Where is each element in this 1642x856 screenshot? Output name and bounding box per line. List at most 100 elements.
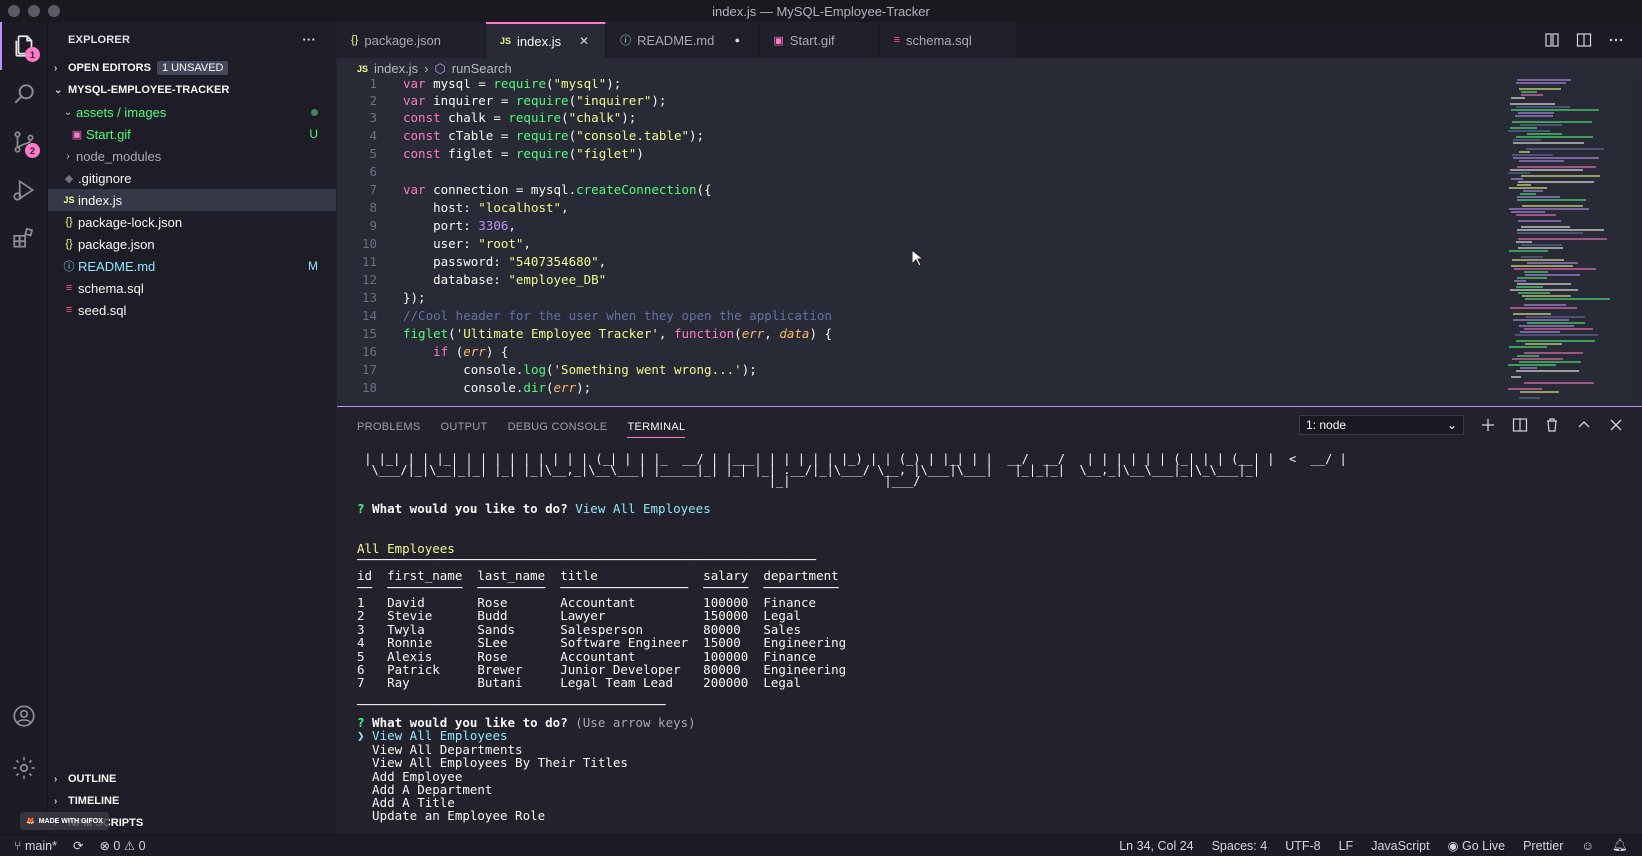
manage-activity[interactable] — [0, 744, 48, 792]
close-icon[interactable]: ✕ — [577, 34, 591, 48]
prettier-status[interactable]: Prettier — [1523, 839, 1563, 853]
timeline-section[interactable]: › TIMELINE — [48, 790, 336, 812]
tree-file-index-js[interactable]: JS index.js — [48, 189, 336, 211]
close-window-button[interactable] — [8, 5, 20, 17]
minimap-line — [1509, 208, 1589, 210]
terminal-option[interactable]: View All Employees By Their Titles — [357, 756, 628, 770]
outline-label: OUTLINE — [68, 773, 117, 785]
terminal-select[interactable]: 1: node ⌄ — [1299, 415, 1464, 435]
tab-start-gif[interactable]: ▣ Start.gif — [759, 22, 880, 58]
tree-file-package-lock-json[interactable]: {} package-lock.json — [48, 211, 336, 233]
tree-folder-assets-images[interactable]: ⌄ assets / images — [48, 101, 336, 123]
project-section[interactable]: ⌄ MYSQL-EMPLOYEE-TRACKER — [48, 79, 336, 101]
split-editor-icon[interactable] — [1576, 32, 1592, 48]
terminal-table-rule: ────────────────────────────────────────… — [357, 552, 817, 567]
editor-scrollbar[interactable] — [1628, 79, 1642, 406]
tree-file-seed-sql[interactable]: ≡ seed.sql — [48, 299, 336, 321]
new-terminal-icon[interactable] — [1480, 417, 1496, 433]
language-mode[interactable]: JavaScript — [1371, 839, 1429, 853]
minimap[interactable] — [1508, 79, 1628, 406]
go-live-button[interactable]: ◉ Go Live — [1448, 838, 1506, 853]
minimap-line — [1517, 79, 1571, 81]
explorer-sidebar: EXPLORER ··· › OPEN EDITORS 1 UNSAVED ⌄ … — [48, 22, 336, 834]
unsaved-dot-icon[interactable]: ● — [730, 35, 744, 45]
tab-problems[interactable]: PROBLEMS — [357, 421, 421, 433]
maximize-window-button[interactable] — [48, 5, 60, 17]
tab-readme-md[interactable]: ⓘ README.md ● — [606, 22, 760, 58]
terminal-option-selected[interactable]: ❯ View All Employees — [357, 729, 508, 743]
javascript-file-icon: JS — [63, 195, 75, 205]
close-panel-icon[interactable] — [1608, 417, 1624, 433]
problems-indicator[interactable]: ⊗ 0 ⚠ 0 — [99, 838, 145, 853]
tab-debug-console[interactable]: DEBUG CONSOLE — [508, 421, 608, 433]
timeline-label: TIMELINE — [68, 795, 120, 807]
editor-tabs: {} package.json JS index.js ✕ ⓘ README.m… — [337, 22, 1642, 58]
tree-file-package-json[interactable]: {} package.json — [48, 233, 336, 255]
terminal-option[interactable]: Update an Employee Role — [357, 809, 545, 823]
watermark-text: MADE WITH GIFOX — [38, 817, 103, 825]
tab-terminal[interactable]: TERMINAL — [627, 421, 686, 438]
breadcrumb-symbol[interactable]: runSearch — [452, 61, 512, 76]
minimap-line — [1521, 91, 1537, 93]
code-editor[interactable]: 1 var mysql = require("mysql"); 2 var inqu… — [337, 79, 1642, 406]
cursor-position[interactable]: Ln 34, Col 24 — [1119, 839, 1193, 853]
database-file-icon: ≡ — [65, 282, 73, 294]
indentation[interactable]: Spaces: 4 — [1212, 839, 1268, 853]
run-debug-activity[interactable] — [0, 166, 48, 214]
encoding[interactable]: UTF-8 — [1285, 839, 1320, 853]
account-icon — [13, 705, 35, 727]
minimap-line — [1512, 154, 1553, 156]
table-row: 4 Ronnie SLee Software Engineer 15000 En… — [357, 635, 847, 650]
chevron-up-icon[interactable] — [1576, 417, 1592, 433]
minimap-line — [1516, 214, 1556, 216]
end-of-line[interactable]: LF — [1339, 839, 1354, 853]
minimize-window-button[interactable] — [28, 5, 40, 17]
split-terminal-icon[interactable] — [1512, 417, 1528, 433]
minimap-line — [1518, 238, 1607, 240]
gitignore-icon: ◆ — [64, 172, 74, 185]
minimap-line — [1519, 160, 1564, 162]
minimap-line — [1513, 157, 1599, 159]
tree-file-gitignore[interactable]: ◆ .gitignore — [48, 167, 336, 189]
tree-file-start-gif[interactable]: ▣ Start.gif U — [48, 123, 336, 145]
extensions-activity[interactable] — [0, 214, 48, 262]
bell-icon[interactable]: 🔔︎ — [1612, 838, 1628, 853]
minimap-line — [1516, 106, 1570, 108]
breadcrumb-file[interactable]: index.js — [374, 61, 418, 76]
chevron-right-icon: › — [66, 150, 70, 162]
accounts-activity[interactable] — [0, 692, 48, 740]
tab-package-json[interactable]: {} package.json — [337, 22, 486, 58]
explorer-activity[interactable]: 1 — [0, 22, 48, 70]
json-file-icon: {} — [351, 34, 359, 46]
minimap-line — [1511, 178, 1523, 180]
minimap-line — [1509, 346, 1547, 348]
more-actions-icon[interactable]: ··· — [302, 32, 316, 47]
tree-file-schema-sql[interactable]: ≡ schema.sql — [48, 277, 336, 299]
more-actions-icon[interactable] — [1608, 32, 1624, 48]
open-editors-section[interactable]: › OPEN EDITORS 1 UNSAVED — [48, 57, 336, 79]
activity-bar: 1 2 — [0, 22, 48, 834]
minimap-line — [1519, 397, 1540, 399]
tab-index-js[interactable]: JS index.js ✕ — [485, 22, 607, 58]
minimap-line — [1509, 250, 1548, 252]
source-control-activity[interactable]: 2 — [0, 118, 48, 166]
tree-folder-node-modules[interactable]: › node_modules — [48, 145, 336, 167]
compare-changes-icon[interactable] — [1544, 32, 1560, 48]
minimap-line — [1510, 289, 1578, 291]
tab-schema-sql[interactable]: ≡ schema.sql — [879, 22, 1017, 58]
json-file-icon: {} — [65, 238, 73, 250]
minimap-line — [1511, 265, 1573, 267]
outline-section[interactable]: › OUTLINE — [48, 768, 336, 790]
search-activity[interactable] — [0, 70, 48, 118]
minimap-line — [1525, 343, 1562, 345]
explorer-title: EXPLORER — [68, 33, 131, 46]
sync-icon[interactable]: ⟳ — [73, 838, 83, 853]
tab-output[interactable]: OUTPUT — [441, 421, 488, 433]
branch-indicator[interactable]: ⑂ main* — [14, 839, 57, 853]
minimap-line — [1516, 286, 1543, 288]
image-file-icon: ▣ — [773, 34, 784, 47]
tree-file-readme-md[interactable]: ⓘ README.md M — [48, 255, 336, 277]
feedback-icon[interactable]: ☺ — [1581, 839, 1594, 853]
broadcast-icon: ◉ — [1447, 839, 1459, 853]
trash-icon[interactable] — [1544, 417, 1560, 433]
